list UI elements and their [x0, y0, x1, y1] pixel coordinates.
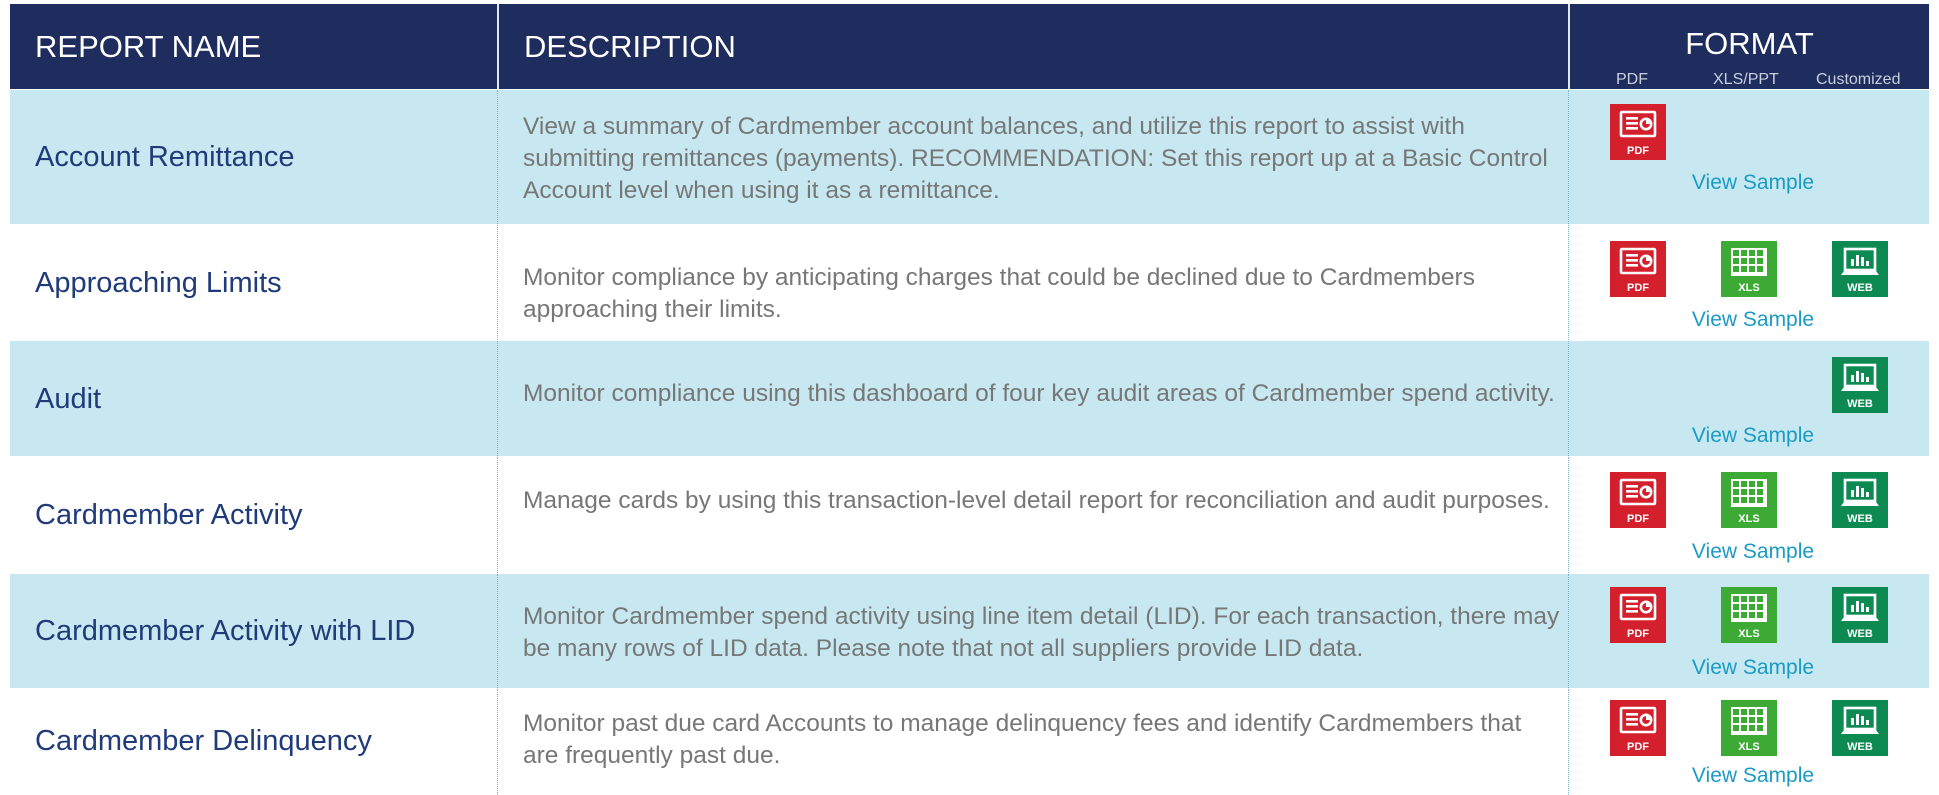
svg-text:PDF: PDF: [1627, 628, 1649, 640]
pdf-icon[interactable]: PDF: [1610, 587, 1666, 643]
svg-text:PDF: PDF: [1627, 145, 1649, 157]
svg-text:PDF: PDF: [1627, 741, 1649, 753]
report-description: Monitor compliance by anticipating charg…: [523, 264, 1475, 323]
xls-icon[interactable]: XLS: [1721, 241, 1777, 297]
header-format: FORMAT: [1685, 26, 1814, 61]
column-divider: [497, 341, 498, 456]
svg-text:WEB: WEB: [1847, 628, 1873, 640]
web-icon[interactable]: WEB: [1832, 357, 1888, 413]
report-description: Monitor compliance using this dashboard …: [523, 380, 1555, 407]
svg-text:WEB: WEB: [1847, 741, 1873, 753]
view-sample-link[interactable]: View Sample: [1688, 424, 1818, 448]
pdf-icon[interactable]: PDF: [1610, 241, 1666, 297]
column-divider: [1568, 689, 1569, 795]
column-divider: [1568, 225, 1569, 340]
report-name: Cardmember Delinquency: [35, 725, 372, 757]
web-icon[interactable]: WEB: [1832, 241, 1888, 297]
column-divider: [497, 225, 498, 340]
report-description: Monitor Cardmember spend activity using …: [523, 603, 1560, 662]
column-divider: [497, 90, 498, 224]
report-description: Manage cards by using this transaction-l…: [523, 487, 1550, 514]
report-description: Monitor past due card Accounts to manage…: [523, 710, 1522, 769]
svg-text:XLS: XLS: [1738, 282, 1759, 294]
table-row: Audit Monitor compliance using this dashb…: [10, 340, 1929, 456]
report-name: Cardmember Activity with LID: [35, 615, 416, 647]
view-sample-link[interactable]: View Sample: [1688, 171, 1818, 195]
column-divider: [1568, 457, 1569, 573]
svg-text:PDF: PDF: [1627, 282, 1649, 294]
table-header: REPORT NAME DESCRIPTION FORMAT PDF XLS/P…: [10, 4, 1929, 89]
svg-text:WEB: WEB: [1847, 513, 1873, 525]
report-name: Account Remittance: [35, 141, 295, 173]
format-col-xls-ppt: XLS/PPT: [1713, 71, 1779, 88]
xls-icon[interactable]: XLS: [1721, 472, 1777, 528]
web-icon[interactable]: WEB: [1832, 587, 1888, 643]
table-row: Cardmember Activity Manage cards by using…: [10, 456, 1929, 573]
svg-text:XLS: XLS: [1738, 513, 1759, 525]
report-name: Approaching Limits: [35, 267, 282, 299]
column-divider: [1568, 90, 1569, 224]
table-row: Cardmember Activity with LID Monitor Card…: [10, 573, 1929, 688]
table-row: Cardmember Delinquency Monitor past due c…: [10, 688, 1929, 795]
web-icon[interactable]: WEB: [1832, 472, 1888, 528]
svg-text:PDF: PDF: [1627, 513, 1649, 525]
table-row: Account Remittance View a summary of Card…: [10, 89, 1929, 224]
column-divider: [497, 689, 498, 795]
xls-icon[interactable]: XLS: [1721, 587, 1777, 643]
reports-table: REPORT NAME DESCRIPTION FORMAT PDF XLS/P…: [10, 4, 1929, 795]
pdf-icon[interactable]: PDF: [1610, 104, 1666, 160]
web-icon[interactable]: WEB: [1832, 700, 1888, 756]
view-sample-link[interactable]: View Sample: [1688, 308, 1818, 332]
column-divider: [1568, 341, 1569, 456]
report-name: Cardmember Activity: [35, 499, 303, 531]
header-description: DESCRIPTION: [524, 28, 736, 64]
view-sample-link[interactable]: View Sample: [1688, 656, 1818, 680]
svg-text:WEB: WEB: [1847, 282, 1873, 294]
view-sample-link[interactable]: View Sample: [1688, 764, 1818, 788]
svg-text:XLS: XLS: [1738, 741, 1759, 753]
pdf-icon[interactable]: PDF: [1610, 472, 1666, 528]
header-divider: [497, 4, 499, 89]
format-col-pdf: PDF: [1616, 71, 1648, 88]
table-body: Account Remittance View a summary of Card…: [10, 89, 1929, 795]
svg-text:WEB: WEB: [1847, 398, 1873, 410]
report-name: Audit: [35, 383, 102, 415]
pdf-icon[interactable]: PDF: [1610, 700, 1666, 756]
column-divider: [1568, 574, 1569, 688]
column-divider: [497, 457, 498, 573]
format-col-customized: Customized: [1816, 71, 1901, 88]
xls-icon[interactable]: XLS: [1721, 700, 1777, 756]
table-row: Approaching Limits Monitor compliance by …: [10, 224, 1929, 340]
svg-text:XLS: XLS: [1738, 628, 1759, 640]
view-sample-link[interactable]: View Sample: [1688, 540, 1818, 564]
report-description: View a summary of Cardmember account bal…: [523, 113, 1548, 204]
column-divider: [497, 574, 498, 688]
header-report-name: REPORT NAME: [35, 28, 262, 64]
